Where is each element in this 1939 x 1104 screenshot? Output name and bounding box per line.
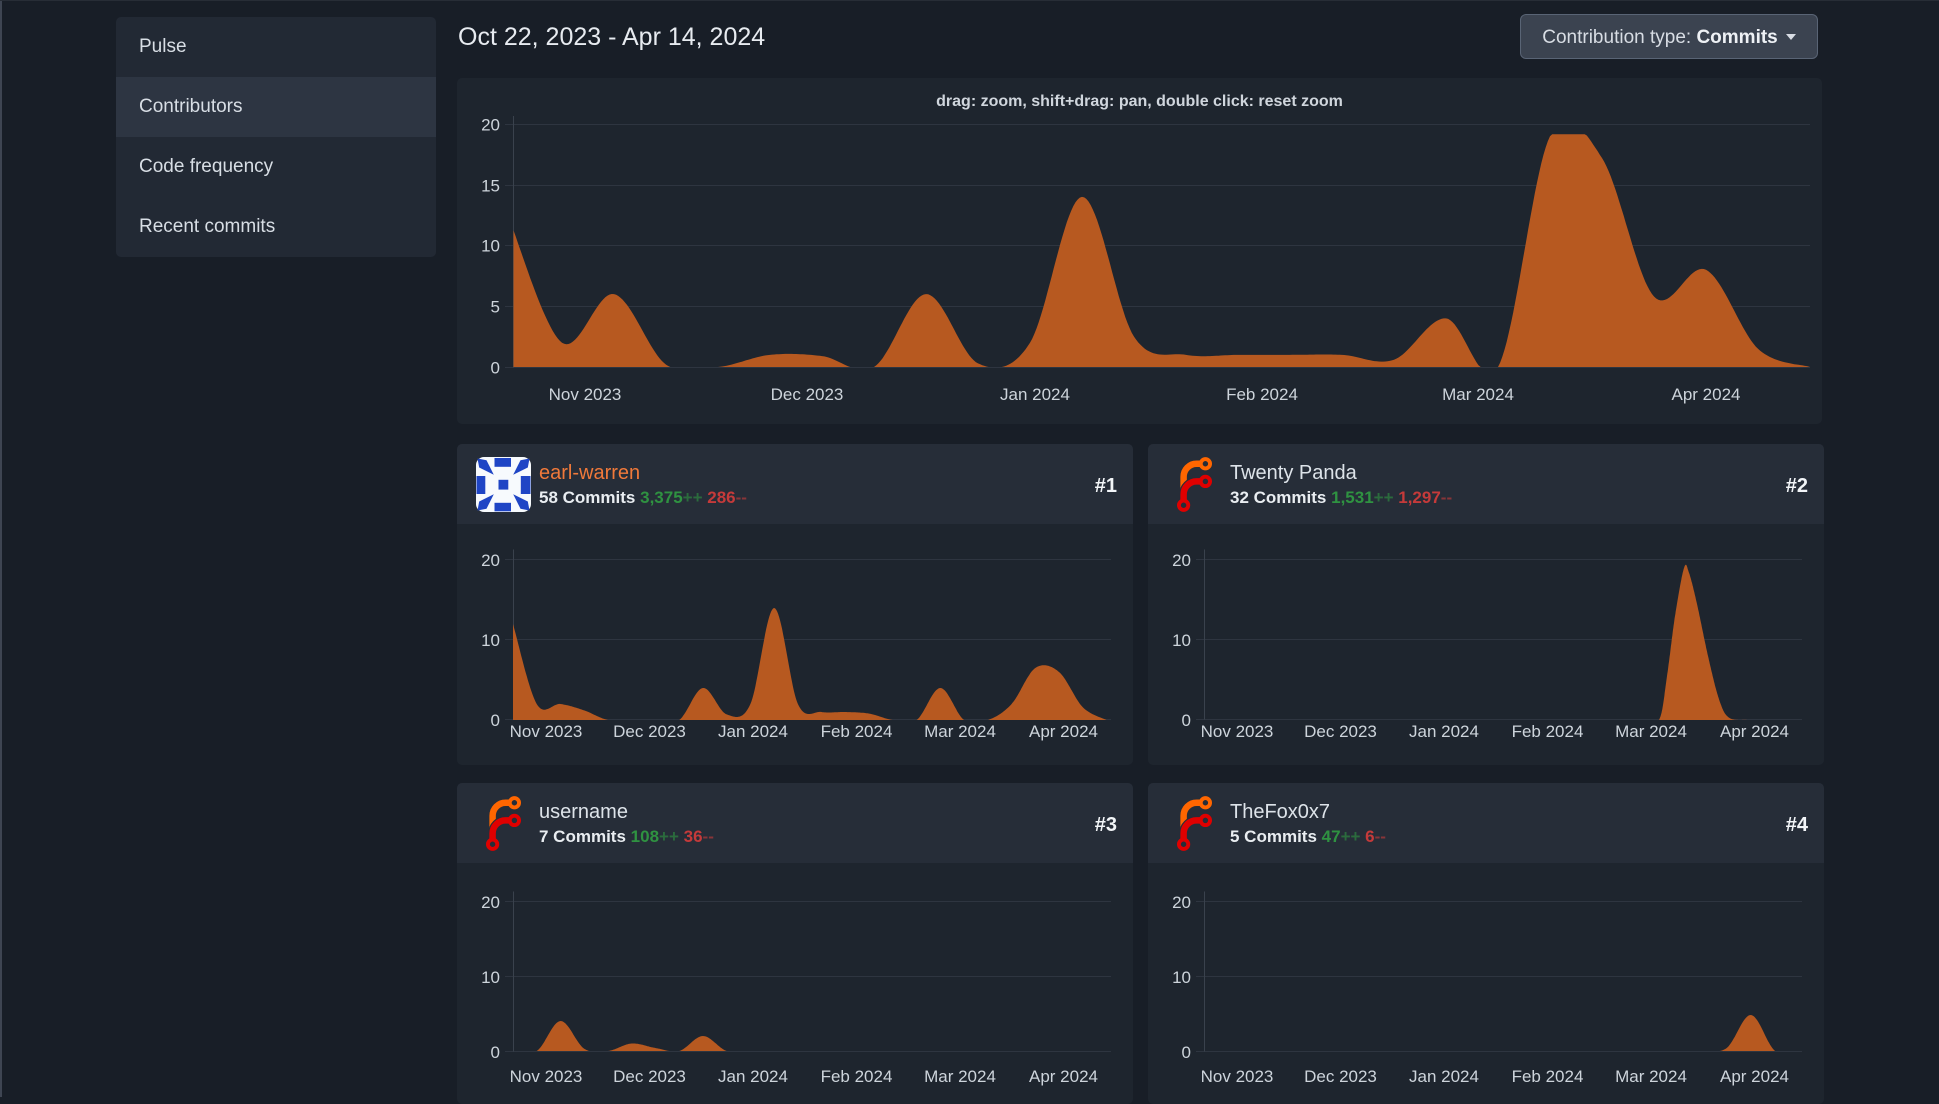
svg-text:Jan 2024: Jan 2024 — [1000, 385, 1070, 404]
svg-text:Jan 2024: Jan 2024 — [1409, 722, 1479, 741]
svg-text:Mar 2024: Mar 2024 — [1615, 1067, 1687, 1086]
svg-text:Jan 2024: Jan 2024 — [718, 722, 788, 741]
svg-text:10: 10 — [1172, 968, 1191, 987]
svg-text:Apr 2024: Apr 2024 — [1029, 1067, 1098, 1086]
svg-text:Mar 2024: Mar 2024 — [1615, 722, 1687, 741]
svg-text:Feb 2024: Feb 2024 — [821, 1067, 893, 1086]
svg-text:Apr 2024: Apr 2024 — [1720, 722, 1789, 741]
svg-text:Apr 2024: Apr 2024 — [1029, 722, 1098, 741]
svg-text:Feb 2024: Feb 2024 — [821, 722, 893, 741]
svg-text:Jan 2024: Jan 2024 — [718, 1067, 788, 1086]
svg-text:Mar 2024: Mar 2024 — [1442, 385, 1514, 404]
svg-text:5: 5 — [491, 298, 500, 317]
svg-text:0: 0 — [1182, 711, 1191, 730]
svg-text:Nov 2023: Nov 2023 — [1201, 722, 1274, 741]
svg-text:Apr 2024: Apr 2024 — [1672, 385, 1741, 404]
svg-text:0: 0 — [1182, 1043, 1191, 1062]
svg-text:20: 20 — [481, 116, 500, 135]
svg-text:Mar 2024: Mar 2024 — [924, 1067, 996, 1086]
svg-text:10: 10 — [481, 237, 500, 256]
svg-text:Dec 2023: Dec 2023 — [771, 385, 844, 404]
svg-text:Dec 2023: Dec 2023 — [1304, 722, 1377, 741]
svg-text:0: 0 — [491, 359, 500, 378]
svg-text:Feb 2024: Feb 2024 — [1226, 385, 1298, 404]
svg-text:Nov 2023: Nov 2023 — [1201, 1067, 1274, 1086]
svg-text:Mar 2024: Mar 2024 — [924, 722, 996, 741]
svg-text:Dec 2023: Dec 2023 — [1304, 1067, 1377, 1086]
svg-text:10: 10 — [1172, 631, 1191, 650]
svg-text:Nov 2023: Nov 2023 — [510, 1067, 583, 1086]
svg-text:Dec 2023: Dec 2023 — [613, 722, 686, 741]
svg-text:Feb 2024: Feb 2024 — [1512, 722, 1584, 741]
svg-text:Apr 2024: Apr 2024 — [1720, 1067, 1789, 1086]
svg-text:20: 20 — [1172, 893, 1191, 912]
svg-text:Nov 2023: Nov 2023 — [510, 722, 583, 741]
svg-text:0: 0 — [491, 711, 500, 730]
svg-text:Nov 2023: Nov 2023 — [549, 385, 622, 404]
svg-text:15: 15 — [481, 177, 500, 196]
svg-text:0: 0 — [491, 1043, 500, 1062]
svg-text:20: 20 — [481, 551, 500, 570]
svg-text:Jan 2024: Jan 2024 — [1409, 1067, 1479, 1086]
svg-text:10: 10 — [481, 968, 500, 987]
svg-text:20: 20 — [481, 893, 500, 912]
svg-text:10: 10 — [481, 631, 500, 650]
svg-text:20: 20 — [1172, 551, 1191, 570]
svg-text:Dec 2023: Dec 2023 — [613, 1067, 686, 1086]
svg-text:Feb 2024: Feb 2024 — [1512, 1067, 1584, 1086]
